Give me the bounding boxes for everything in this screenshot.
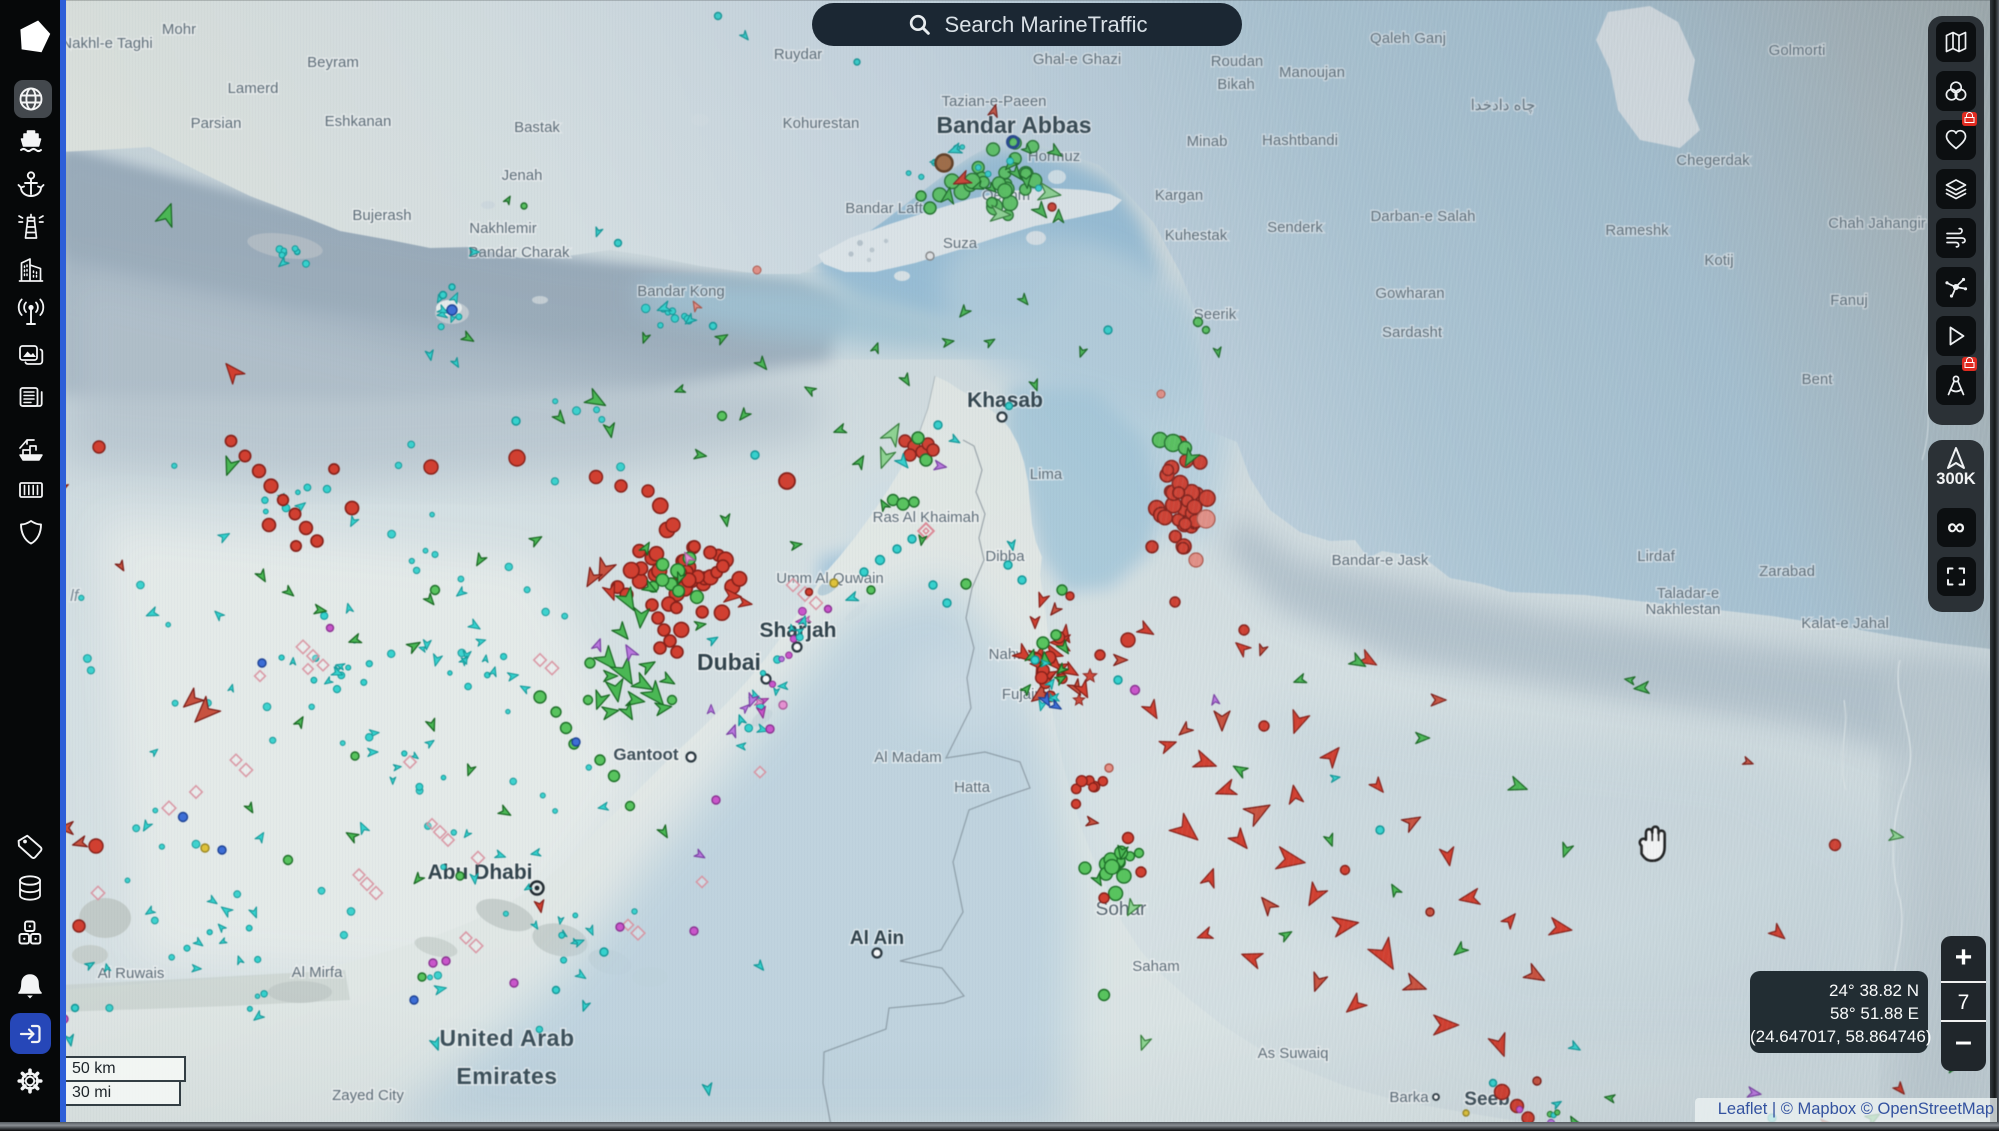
svg-text:300K: 300K: [1936, 470, 1976, 488]
svg-text:∞: ∞: [1947, 513, 1965, 541]
